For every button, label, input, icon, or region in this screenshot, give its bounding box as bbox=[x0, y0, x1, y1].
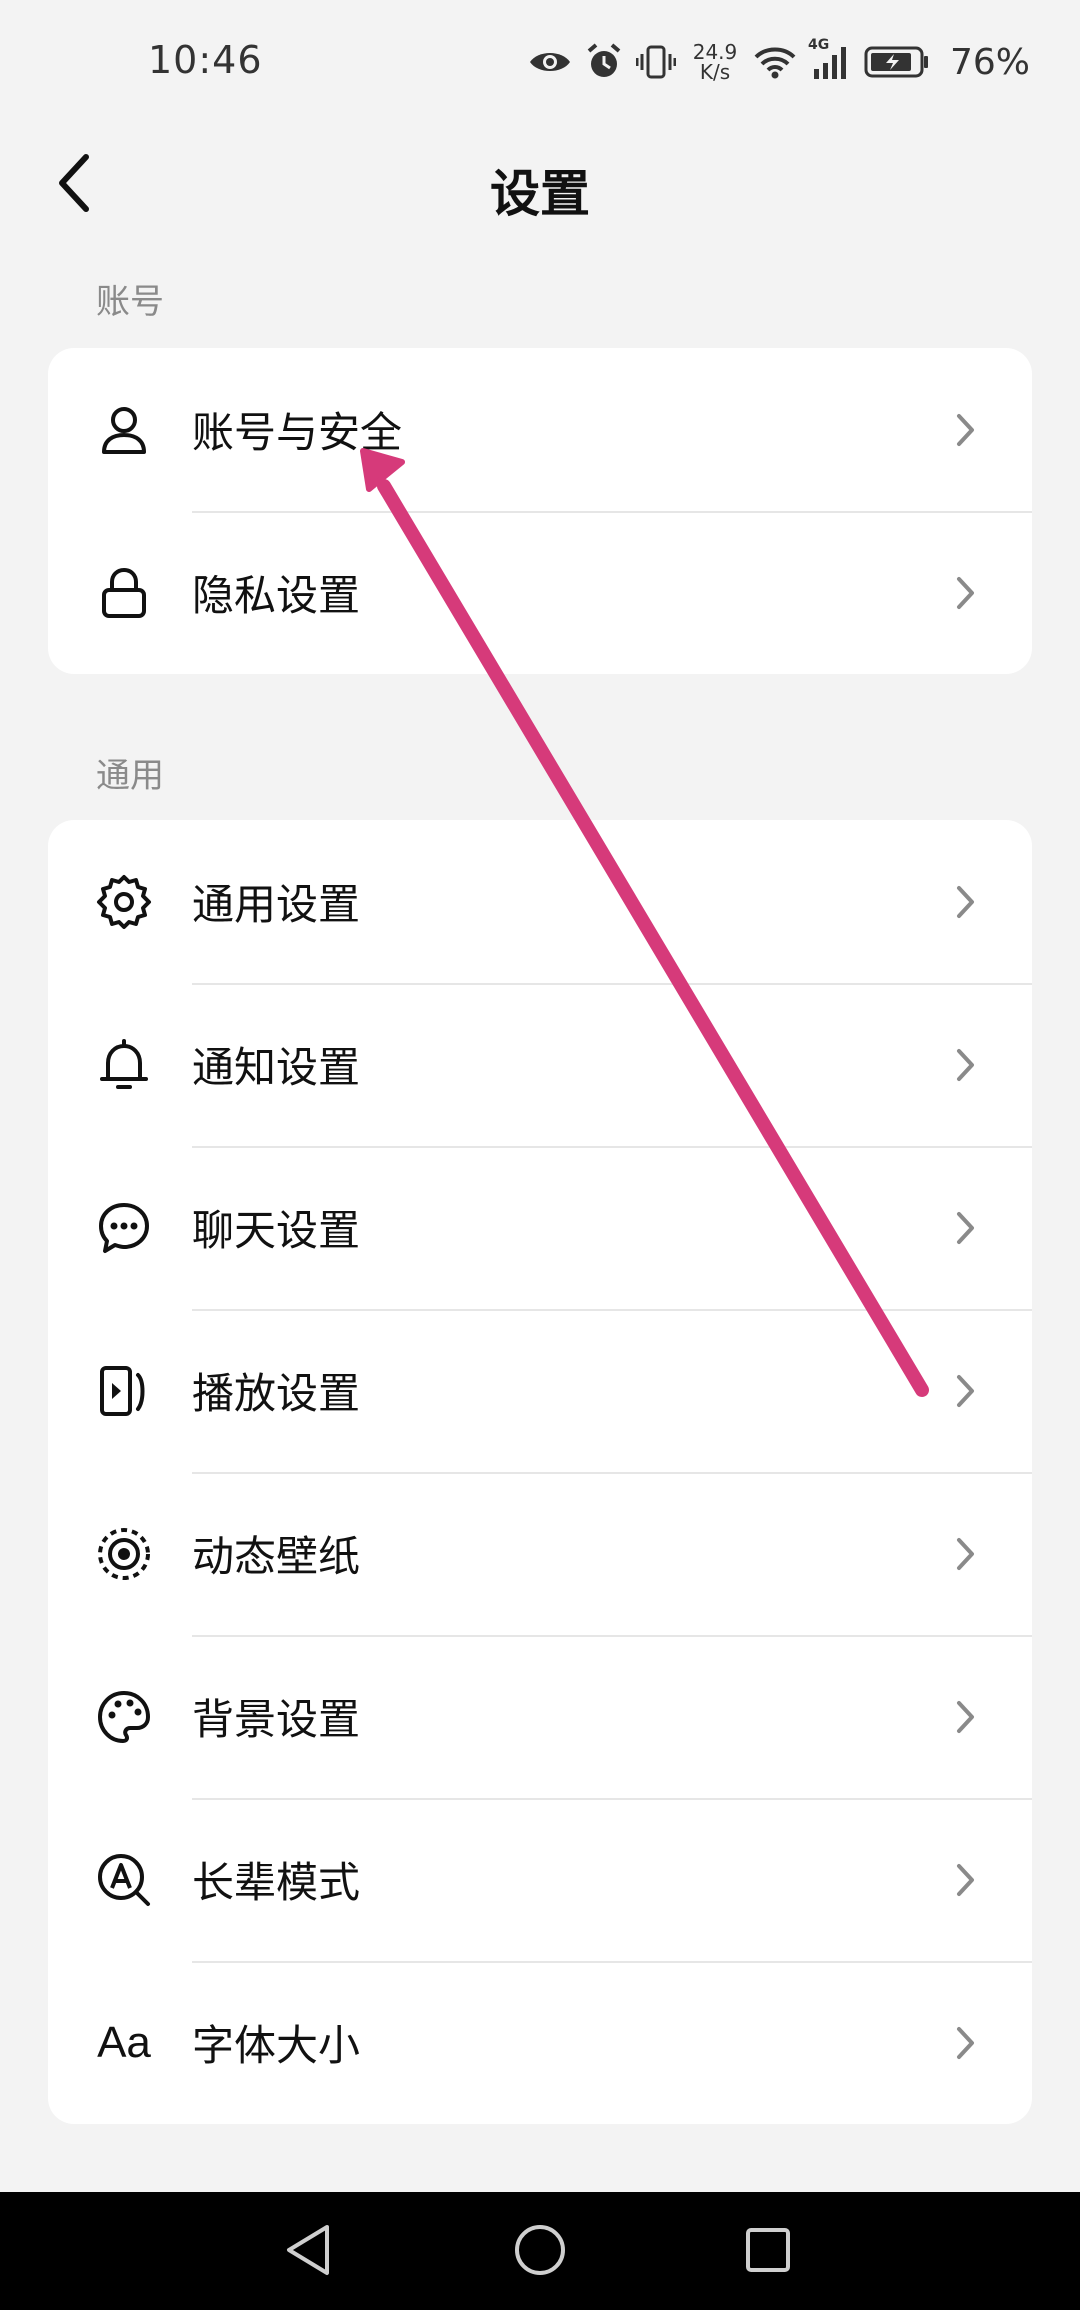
settings-item-label: 通知设置 bbox=[192, 1043, 361, 1092]
settings-item-label: 背景设置 bbox=[192, 1695, 361, 1744]
chevron-right-icon bbox=[950, 2023, 980, 2063]
triangle-back-icon bbox=[283, 2223, 333, 2281]
nav-back-button[interactable] bbox=[278, 2222, 338, 2282]
signal-icon: 4G bbox=[808, 37, 850, 79]
chevron-right-icon bbox=[950, 882, 980, 922]
gear-icon bbox=[96, 874, 152, 930]
settings-item-label: 长辈模式 bbox=[192, 1858, 361, 1907]
status-icons: 24.9 K/s 4G 76% bbox=[528, 34, 1030, 90]
lock-icon bbox=[96, 565, 152, 621]
chevron-right-icon bbox=[950, 1045, 980, 1085]
chevron-right-icon bbox=[950, 1697, 980, 1737]
settings-item-label: 字体大小 bbox=[192, 2021, 361, 2070]
status-time: 10:46 bbox=[148, 38, 263, 82]
settings-item-label: 播放设置 bbox=[192, 1369, 361, 1418]
alarm-icon bbox=[586, 43, 622, 81]
palette-icon bbox=[96, 1689, 152, 1745]
play-screen-icon bbox=[96, 1363, 152, 1419]
live-wallpaper-icon bbox=[96, 1526, 152, 1582]
settings-item-font-size[interactable]: Aa 字体大小 bbox=[48, 1961, 1032, 2124]
settings-item-label: 动态壁纸 bbox=[192, 1532, 361, 1581]
chevron-right-icon bbox=[950, 1208, 980, 1248]
account-card: 账号与安全 隐私设置 bbox=[48, 348, 1032, 674]
general-card: 通用设置 通知设置 聊天设置 播放设置 动态壁纸 背景设置 长辈模式 Aa 字体… bbox=[48, 820, 1032, 2124]
chevron-right-icon bbox=[950, 1534, 980, 1574]
wifi-icon bbox=[754, 45, 796, 79]
settings-item-label: 隐私设置 bbox=[192, 571, 361, 620]
page-title: 设置 bbox=[490, 165, 590, 223]
settings-item-label: 账号与安全 bbox=[192, 408, 403, 457]
settings-screen: 10:46 24.9 K/s 4G 76% 设置 账号 账号与安全 隐私设置 通… bbox=[0, 0, 1080, 2310]
battery-percentage: 76% bbox=[949, 41, 1030, 83]
battery-icon bbox=[864, 45, 930, 79]
navigation-bar bbox=[0, 2192, 1080, 2310]
elder-mode-icon bbox=[96, 1852, 152, 1908]
circle-home-icon bbox=[513, 2223, 567, 2281]
status-bar: 10:46 24.9 K/s 4G 76% bbox=[0, 0, 1080, 130]
settings-item-label: 通用设置 bbox=[192, 880, 361, 929]
square-recents-icon bbox=[743, 2225, 793, 2279]
eye-icon bbox=[528, 46, 572, 78]
bell-icon bbox=[96, 1037, 152, 1093]
settings-item-label: 聊天设置 bbox=[192, 1206, 361, 1255]
chevron-right-icon bbox=[950, 1860, 980, 1900]
chat-bubble-icon bbox=[96, 1200, 152, 1256]
nav-home-button[interactable] bbox=[510, 2222, 570, 2282]
chevron-right-icon bbox=[950, 410, 980, 450]
settings-item-live-wallpaper[interactable]: 动态壁纸 bbox=[48, 1472, 1032, 1635]
settings-item-privacy[interactable]: 隐私设置 bbox=[48, 511, 1032, 674]
font-size-glyph: Aa bbox=[97, 2017, 151, 2067]
user-icon bbox=[96, 402, 152, 458]
settings-item-playback[interactable]: 播放设置 bbox=[48, 1309, 1032, 1472]
settings-item-chat[interactable]: 聊天设置 bbox=[48, 1146, 1032, 1309]
settings-item-background[interactable]: 背景设置 bbox=[48, 1635, 1032, 1798]
net-speed-unit: K/s bbox=[699, 60, 731, 84]
font-size-icon: Aa bbox=[96, 2015, 152, 2071]
chevron-right-icon bbox=[950, 573, 980, 613]
nav-recents-button[interactable] bbox=[738, 2222, 798, 2282]
settings-item-account-security[interactable]: 账号与安全 bbox=[48, 348, 1032, 511]
settings-item-general[interactable]: 通用设置 bbox=[48, 820, 1032, 983]
net-speed: 24.9 K/s bbox=[690, 42, 740, 82]
settings-item-elder-mode[interactable]: 长辈模式 bbox=[48, 1798, 1032, 1961]
settings-item-notification[interactable]: 通知设置 bbox=[48, 983, 1032, 1146]
header: 设置 bbox=[0, 130, 1080, 240]
section-label-general: 通用 bbox=[96, 756, 164, 796]
chevron-right-icon bbox=[950, 1371, 980, 1411]
network-type: 4G bbox=[807, 37, 830, 53]
vibrate-icon bbox=[635, 44, 676, 80]
section-label-account: 账号 bbox=[96, 282, 164, 322]
